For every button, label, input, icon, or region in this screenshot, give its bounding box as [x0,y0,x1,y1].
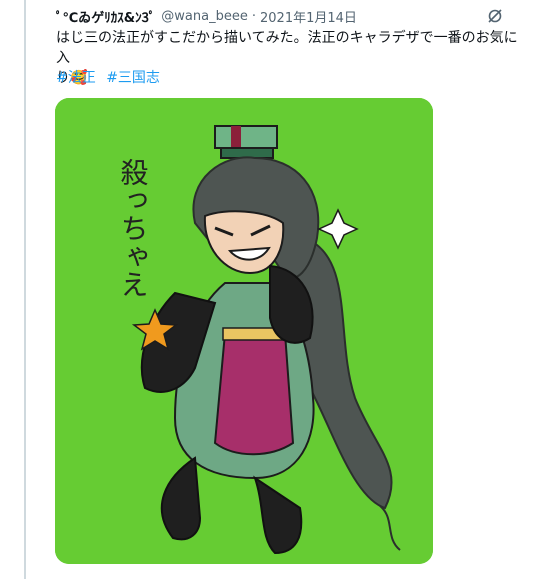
hat [214,125,278,149]
display-name[interactable]: ﾟ℃ゐゲﾘｶｽ&ﾝ3ﾟ [56,7,155,26]
user-handle[interactable]: @wana_beee [161,9,248,24]
tweet-header: ﾟ℃ゐゲﾘｶｽ&ﾝ3ﾟ @wana_beee · 2021年1月14日 [56,6,506,26]
illustration: 殺っちゃえ [55,98,433,564]
hashtag-link[interactable]: #法正 [56,70,96,86]
hashtags: #法正 #三国志 [56,68,166,88]
hashtag-link[interactable]: #三国志 [106,70,160,86]
tweet-text-line-1: はじ三の法正がすこだから描いてみた。法正のキャラデザで一番のお気に入 [56,30,518,66]
illustration-caption: 殺っちゃえ [117,158,150,298]
separator: · [251,8,256,24]
thread-line [24,0,26,579]
tweet-image[interactable]: 殺っちゃえ [55,98,433,564]
tweet-date[interactable]: 2021年1月14日 [260,7,357,26]
no-eye-icon[interactable] [486,7,504,25]
